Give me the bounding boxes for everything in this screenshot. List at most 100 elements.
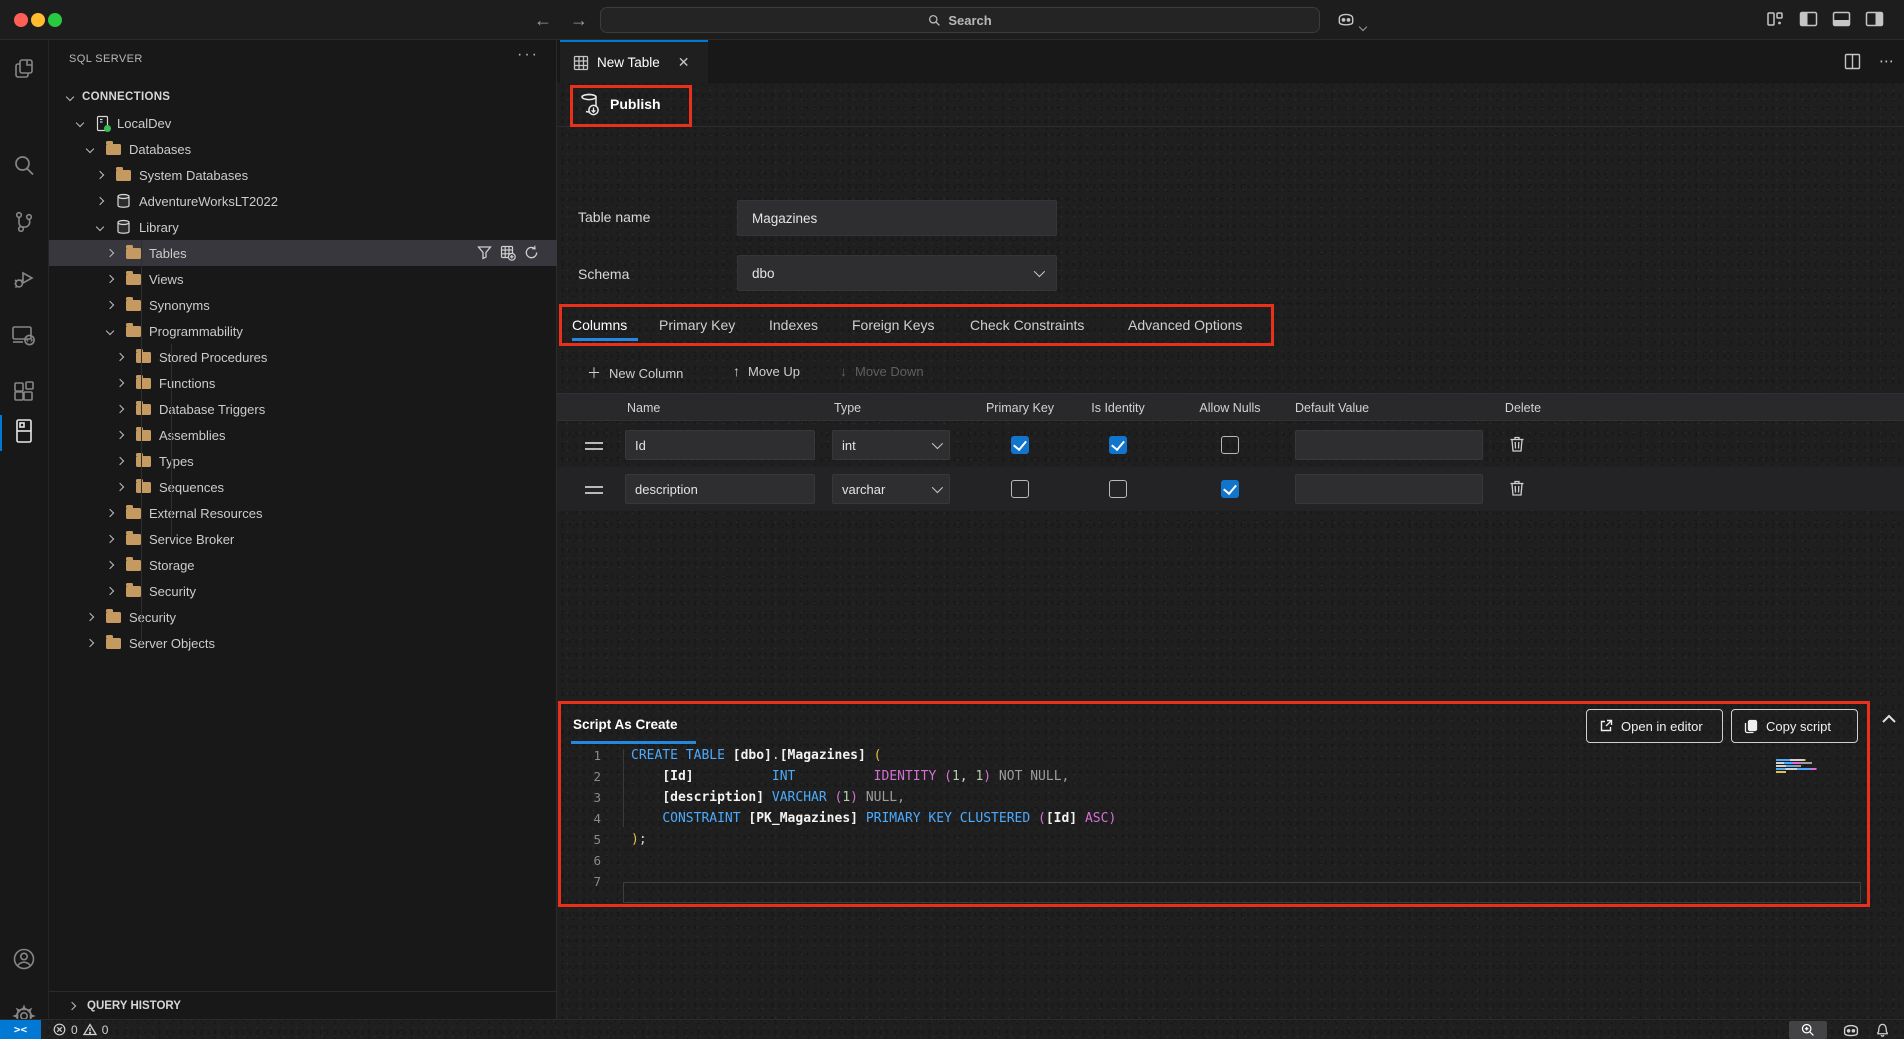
- toggle-primary-sidebar-icon[interactable]: [1799, 10, 1821, 30]
- warning-count: 0: [102, 1023, 109, 1037]
- chevron-right-icon: [106, 301, 114, 309]
- tree-item-views[interactable]: Views: [49, 266, 557, 292]
- tree-item-label: Databases: [129, 142, 191, 157]
- tab-close-icon[interactable]: ✕: [678, 54, 690, 71]
- chevron-down-icon: [932, 438, 943, 449]
- copilot-status-icon[interactable]: [1841, 1022, 1861, 1038]
- column-name-input[interactable]: Id: [625, 430, 815, 460]
- chevron-right-icon: [86, 639, 94, 647]
- tree-item-types[interactable]: Types: [49, 448, 557, 474]
- error-count: 0: [71, 1023, 78, 1037]
- tree-item-databases[interactable]: Databases: [49, 136, 557, 162]
- folder-icon: [116, 170, 131, 181]
- extensions-icon[interactable]: [8, 376, 40, 408]
- problems-indicator[interactable]: 0 0: [53, 1023, 108, 1037]
- delete-trash-icon[interactable]: [1509, 479, 1525, 497]
- tree-item-system-databases[interactable]: System Databases: [49, 162, 557, 188]
- arrow-up-icon: ↑: [733, 363, 740, 379]
- allow-nulls-checkbox[interactable]: [1221, 436, 1239, 454]
- query-history-section[interactable]: QUERY HISTORY: [49, 991, 557, 1019]
- toggle-secondary-sidebar-icon[interactable]: [1865, 10, 1887, 30]
- tree-item-database-triggers[interactable]: Database Triggers: [49, 396, 557, 422]
- tree-item-server-objects[interactable]: Server Objects: [49, 630, 557, 656]
- zoom-status-button[interactable]: [1789, 1021, 1827, 1039]
- indent-guide: [171, 344, 172, 540]
- zoom-window-button[interactable]: [48, 13, 62, 27]
- tree-item-service-broker[interactable]: Service Broker: [49, 526, 557, 552]
- default-value-input[interactable]: [1295, 474, 1483, 504]
- customize-layout-icon[interactable]: [1766, 10, 1788, 30]
- remote-indicator[interactable]: ><: [0, 1020, 41, 1039]
- nav-forward-icon[interactable]: →: [570, 10, 588, 31]
- command-center-search[interactable]: Search: [600, 7, 1320, 33]
- editor-more-actions-icon[interactable]: ⋯: [1879, 52, 1896, 70]
- table-designer: Publish Table name Magazines Schema dbo …: [557, 83, 1904, 1019]
- chevron-right-icon: [106, 535, 114, 543]
- tree-item-external-resources[interactable]: External Resources: [49, 500, 557, 526]
- tree-item-label: Security: [129, 610, 176, 625]
- publish-annotation-box: [570, 85, 692, 127]
- schema-dropdown[interactable]: dbo: [737, 255, 1057, 291]
- allow-nulls-checkbox[interactable]: [1221, 480, 1239, 498]
- column-type-dropdown[interactable]: int: [832, 430, 950, 460]
- search-icon[interactable]: [8, 149, 40, 181]
- tree-item-library[interactable]: Library: [49, 214, 557, 240]
- chevron-down-icon: [96, 223, 104, 231]
- minimize-window-button[interactable]: [31, 13, 45, 27]
- copilot-icon[interactable]: [1336, 10, 1358, 30]
- tree-item-synonyms[interactable]: Synonyms: [49, 292, 557, 318]
- sidebar-more-actions-icon[interactable]: ···: [517, 46, 539, 64]
- is-identity-checkbox[interactable]: [1109, 436, 1127, 454]
- accounts-icon[interactable]: [8, 943, 40, 975]
- folder-icon: [126, 326, 141, 337]
- delete-trash-icon[interactable]: [1509, 435, 1525, 453]
- sql-server-icon[interactable]: [8, 415, 40, 447]
- filter-icon[interactable]: [477, 245, 492, 260]
- database-icon: [116, 219, 131, 235]
- primary-key-checkbox[interactable]: [1011, 480, 1029, 498]
- explorer-icon[interactable]: [8, 53, 40, 85]
- drag-handle[interactable]: [585, 486, 603, 488]
- tree-item-security[interactable]: Security: [49, 578, 557, 604]
- move-up-button[interactable]: ↑ Move Up: [733, 363, 800, 379]
- toggle-panel-icon[interactable]: [1832, 10, 1854, 30]
- tree-item-functions[interactable]: Functions: [49, 370, 557, 396]
- error-icon: [53, 1023, 66, 1036]
- copilot-chevron-icon[interactable]: [1360, 17, 1366, 35]
- close-window-button[interactable]: [14, 13, 28, 27]
- primary-key-checkbox[interactable]: [1011, 436, 1029, 454]
- split-editor-icon[interactable]: [1844, 53, 1861, 70]
- tree-item-assemblies[interactable]: Assemblies: [49, 422, 557, 448]
- new-table-icon[interactable]: [500, 245, 516, 261]
- nav-back-icon[interactable]: ←: [534, 10, 552, 31]
- arrow-down-icon: ↓: [840, 363, 847, 379]
- refresh-icon[interactable]: [524, 245, 539, 260]
- tree-item-security[interactable]: Security: [49, 604, 557, 630]
- tree-item-connections[interactable]: CONNECTIONS: [49, 84, 557, 110]
- collapse-panel-chevron-icon[interactable]: [1879, 709, 1899, 729]
- tree-item-label: Sequences: [159, 480, 224, 495]
- tree-item-programmability[interactable]: Programmability: [49, 318, 557, 344]
- tree-item-label: Types: [159, 454, 194, 469]
- tree-item-storage[interactable]: Storage: [49, 552, 557, 578]
- tree-item-stored-procedures[interactable]: Stored Procedures: [49, 344, 557, 370]
- column-name-input[interactable]: description: [625, 474, 815, 504]
- remote-explorer-icon[interactable]: [8, 319, 40, 351]
- tree-item-tables[interactable]: Tables: [49, 240, 557, 266]
- source-control-icon[interactable]: [8, 206, 40, 238]
- default-value-input[interactable]: [1295, 430, 1483, 460]
- new-column-button[interactable]: ＋ New Column: [587, 363, 683, 383]
- is-identity-checkbox[interactable]: [1109, 480, 1127, 498]
- move-down-button[interactable]: ↓ Move Down: [840, 363, 924, 379]
- tree-item-adventureworkslt2022[interactable]: AdventureWorksLT2022: [49, 188, 557, 214]
- database-icon: [116, 193, 131, 209]
- run-debug-icon[interactable]: [8, 263, 40, 295]
- tree-item-label: LocalDev: [117, 116, 171, 131]
- drag-handle[interactable]: [585, 442, 603, 444]
- tree-item-sequences[interactable]: Sequences: [49, 474, 557, 500]
- column-type-dropdown[interactable]: varchar: [832, 474, 950, 504]
- tab-new-table[interactable]: New Table ✕: [560, 40, 708, 83]
- tree-item-localdev[interactable]: LocalDev: [49, 110, 557, 136]
- notifications-bell-icon[interactable]: [1875, 1022, 1890, 1038]
- table-name-input[interactable]: Magazines: [737, 200, 1057, 236]
